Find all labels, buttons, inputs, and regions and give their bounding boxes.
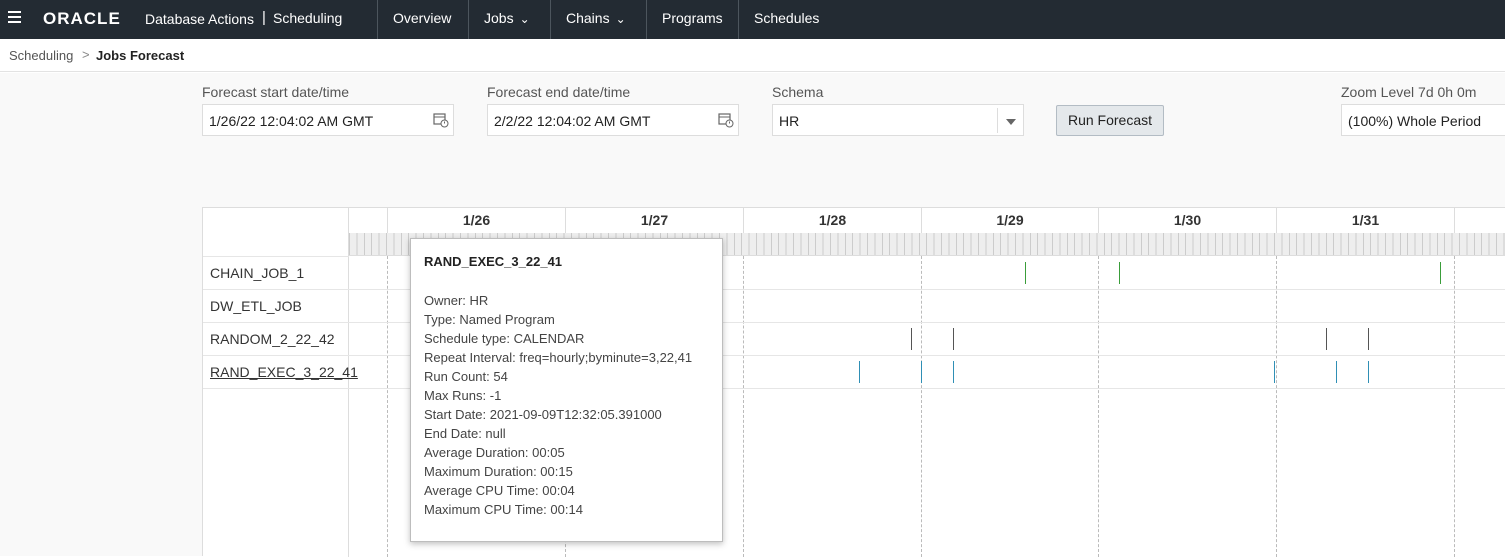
row-divider (203, 256, 349, 257)
day-header-1-26: 1/26 (387, 208, 565, 233)
calendar-clock-icon[interactable] (718, 112, 734, 128)
start-date-field[interactable]: 1/26/22 12:04:02 AM GMT (202, 104, 454, 136)
run-marker[interactable] (1326, 328, 1327, 350)
run-marker[interactable] (1440, 262, 1441, 284)
day-divider (1454, 256, 1455, 557)
chevron-down-icon: ⌄ (519, 12, 530, 26)
day-header-1-27: 1/27 (565, 208, 743, 233)
zoom-level-select[interactable]: (100%) Whole Period (1341, 104, 1505, 136)
day-header-1-30: 1/30 (1098, 208, 1276, 233)
nav-schedules[interactable]: Schedules (738, 0, 838, 39)
run-marker[interactable] (1368, 361, 1369, 383)
job-names-column: CHAIN_JOB_1 DW_ETL_JOB RANDOM_2_22_42 RA… (203, 208, 358, 557)
start-date-value: 1/26/22 12:04:02 AM GMT (209, 113, 374, 129)
run-forecast-button[interactable]: Run Forecast (1056, 105, 1164, 136)
nav-chains-label: Chains (566, 10, 610, 26)
day-divider (387, 256, 388, 557)
run-marker[interactable] (1336, 361, 1337, 383)
nav-programs[interactable]: Programs (646, 0, 739, 39)
nav-overview-label: Overview (393, 10, 452, 26)
job-details-tooltip: RAND_EXEC_3_22_41 Owner: HR Type: Named … (410, 238, 723, 542)
day-divider (743, 256, 744, 557)
tooltip-owner: Owner: HR (424, 293, 489, 308)
day-header-next (1454, 208, 1505, 233)
run-marker[interactable] (921, 361, 922, 383)
tooltip-start-date: Start Date: 2021-09-09T12:32:05.391000 (424, 407, 662, 422)
chevron-down-icon: ⌄ (615, 12, 626, 26)
row-divider (203, 355, 349, 356)
calendar-clock-icon[interactable] (433, 112, 449, 128)
breadcrumb: Scheduling > Jobs Forecast (0, 39, 1505, 72)
run-marker[interactable] (953, 361, 954, 383)
end-date-field[interactable]: 2/2/22 12:04:02 AM GMT (487, 104, 739, 136)
job-name-rand-exec-3-22-41[interactable]: RAND_EXEC_3_22_41 (210, 364, 358, 380)
run-marker[interactable] (1025, 262, 1026, 284)
row-divider (203, 289, 349, 290)
breadcrumb-current: Jobs Forecast (96, 48, 185, 63)
end-date-label: Forecast end date/time (487, 84, 631, 100)
top-navbar: ORACLE Database Actions | Scheduling Ove… (0, 0, 1505, 39)
jobs-forecast-gantt: CHAIN_JOB_1 DW_ETL_JOB RANDOM_2_22_42 RA… (202, 207, 1505, 557)
day-divider (1276, 256, 1277, 557)
hamburger-menu-icon[interactable] (8, 11, 21, 25)
schema-select[interactable]: HR (772, 104, 1024, 136)
tooltip-max-duration: Maximum Duration: 00:15 (424, 464, 573, 479)
chevron-right-icon: > (82, 47, 90, 62)
tooltip-end-date: End Date: null (424, 426, 506, 441)
run-marker[interactable] (953, 328, 954, 350)
nav-chains[interactable]: Chains ⌄ (550, 0, 647, 39)
brand-separator: | (262, 9, 266, 26)
end-date-value: 2/2/22 12:04:02 AM GMT (494, 113, 651, 129)
main-content: Forecast start date/time 1/26/22 12:04:0… (0, 73, 1505, 557)
job-name-random-2-22-42: RANDOM_2_22_42 (210, 331, 335, 347)
tooltip-max-runs: Max Runs: -1 (424, 388, 502, 403)
run-marker[interactable] (1119, 262, 1120, 284)
tooltip-schedule-type: Schedule type: CALENDAR (424, 331, 585, 346)
nav-jobs-label: Jobs (484, 10, 514, 26)
run-marker[interactable] (1274, 361, 1275, 383)
tooltip-run-count: Run Count: 54 (424, 369, 508, 384)
breadcrumb-scheduling-link[interactable]: Scheduling (9, 48, 73, 63)
day-divider (921, 256, 922, 557)
tooltip-type: Type: Named Program (424, 312, 555, 327)
nav-overview[interactable]: Overview (377, 0, 469, 39)
row-divider (203, 388, 349, 389)
nav-jobs[interactable]: Jobs ⌄ (468, 0, 550, 39)
oracle-logo: ORACLE (43, 9, 121, 28)
tooltip-avg-duration: Average Duration: 00:05 (424, 445, 565, 460)
app-name: Database Actions (145, 11, 254, 27)
tooltip-max-cpu: Maximum CPU Time: 00:14 (424, 502, 583, 517)
day-divider (1098, 256, 1099, 557)
job-name-dw-etl-job: DW_ETL_JOB (210, 298, 302, 314)
day-header-1-28: 1/28 (743, 208, 921, 233)
day-header-1-29: 1/29 (921, 208, 1098, 233)
tooltip-avg-cpu: Average CPU Time: 00:04 (424, 483, 575, 498)
zoom-level-value: (100%) Whole Period (1348, 113, 1482, 129)
run-marker[interactable] (859, 361, 860, 383)
schema-label: Schema (772, 84, 824, 100)
start-date-label: Forecast start date/time (202, 84, 350, 100)
row-divider (203, 322, 349, 323)
nav-schedules-label: Schedules (754, 10, 820, 26)
day-header-1-31: 1/31 (1276, 208, 1454, 233)
schema-value: HR (779, 113, 800, 129)
nav-programs-label: Programs (662, 10, 723, 26)
job-name-chain-job-1: CHAIN_JOB_1 (210, 265, 305, 281)
tooltip-repeat-interval: Repeat Interval: freq=hourly;byminute=3,… (424, 350, 693, 365)
run-marker[interactable] (911, 328, 912, 350)
run-marker[interactable] (1368, 328, 1369, 350)
zoom-level-label: Zoom Level 7d 0h 0m (1341, 84, 1477, 100)
dropdown-arrow-icon[interactable] (997, 108, 1023, 133)
section-title[interactable]: Scheduling (273, 10, 342, 26)
tooltip-title: RAND_EXEC_3_22_41 (424, 254, 563, 269)
